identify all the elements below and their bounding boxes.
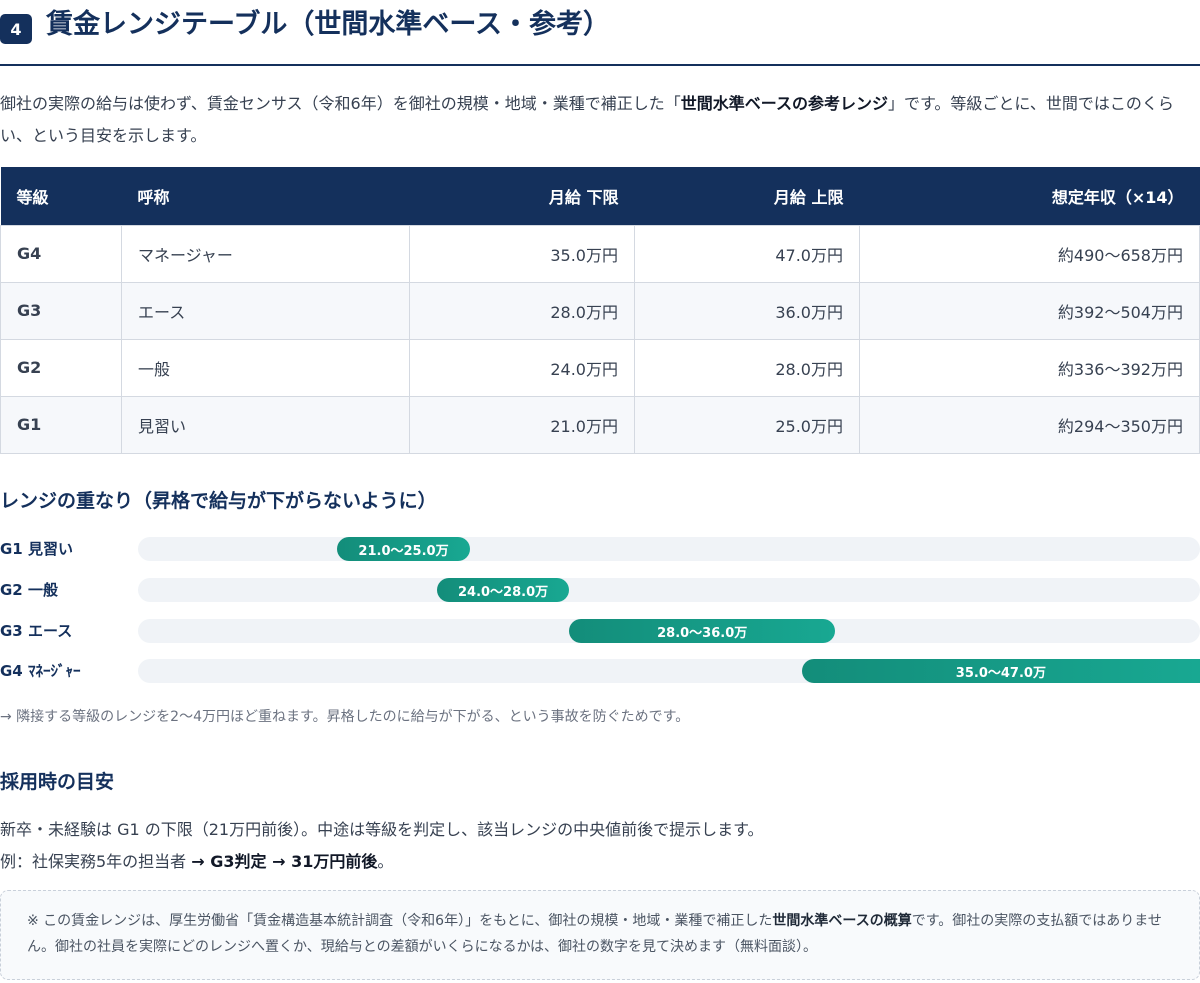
overlap-note: → 隣接する等級のレンジを2〜4万円ほど重ねます。昇格したのに給与が下がる、とい…	[0, 709, 690, 725]
cell-title: マネージャー	[121, 224, 410, 283]
hiring-example-prefix: 例：社保実務5年の担当者	[0, 852, 192, 871]
cell-grade: G4	[0, 224, 122, 283]
cell-title: 見習い	[121, 395, 410, 454]
header-monthly-high: 月給 上限	[634, 167, 860, 225]
cell-monthly-low: 35.0万円	[409, 224, 635, 283]
wage-range-table: 等級 呼称 月給 下限 月給 上限 想定年収（×14） G4 マネージャー 35…	[0, 167, 1200, 454]
range-bar-fill: 28.0〜36.0万	[569, 619, 835, 643]
cell-monthly-high: 47.0万円	[634, 224, 860, 283]
cell-annual-income: 約392〜504万円	[859, 281, 1200, 340]
table-row: G1 見習い 21.0万円 25.0万円 約294〜350万円	[0, 395, 1200, 454]
cell-monthly-low: 24.0万円	[409, 338, 635, 397]
header-title: 呼称	[121, 167, 410, 225]
hiring-line-1: 新卒・未経験は G1 の下限（21万円前後）。中途は等級を判定し、該当レンジの中…	[0, 820, 764, 839]
overlap-section-title: レンジの重なり（昇格で給与が下がらないように）	[0, 490, 437, 512]
cell-title: 一般	[121, 338, 410, 397]
intro-paragraph: 御社の実際の給与は使わず、賃金センサス（令和6年）を御社の規模・地域・業種で補正…	[0, 88, 1200, 152]
range-bar-label: G3 エース	[0, 622, 73, 640]
range-bar-track: 35.0〜47.0万	[138, 659, 1200, 683]
table-header-row: 等級 呼称 月給 下限 月給 上限 想定年収（×14）	[0, 167, 1200, 225]
cell-monthly-high: 36.0万円	[634, 281, 860, 340]
range-bar-fill: 24.0〜28.0万	[436, 578, 570, 602]
cell-grade: G2	[0, 338, 122, 397]
header-grade: 等級	[0, 167, 122, 225]
range-bar-label: G4 ﾏﾈｰｼﾞｬｰ	[0, 662, 81, 680]
table-row: G4 マネージャー 35.0万円 47.0万円 約490〜658万円	[0, 224, 1200, 283]
range-bar-row: G4 ﾏﾈｰｼﾞｬｰ 35.0〜47.0万	[0, 659, 1200, 683]
cell-monthly-low: 28.0万円	[409, 281, 635, 340]
range-bar-track: 21.0〜25.0万	[138, 537, 1200, 561]
disclaimer-text-1: ※ この賃金レンジは、厚生労働省「賃金構造基本統計調査（令和6年）」をもとに、御…	[27, 913, 773, 929]
cell-grade: G1	[0, 395, 122, 454]
page-title: 賃金レンジテーブル（世間水準ベース・参考）	[46, 9, 611, 40]
table-row: G3 エース 28.0万円 36.0万円 約392〜504万円	[0, 281, 1200, 340]
intro-emphasis: 世間水準ベースの参考レンジ	[680, 94, 888, 113]
range-bar-label: G2 一般	[0, 581, 58, 599]
range-bar-fill: 21.0〜25.0万	[337, 537, 470, 561]
cell-annual-income: 約336〜392万円	[859, 338, 1200, 397]
intro-text-1: 御社の実際の給与は使わず、賃金センサス（令和6年）を御社の規模・地域・業種で補正…	[0, 94, 681, 113]
hiring-section-title: 採用時の目安	[0, 771, 115, 793]
cell-annual-income: 約294〜350万円	[859, 395, 1200, 454]
cell-monthly-high: 25.0万円	[634, 395, 860, 454]
range-bar-fill: 35.0〜47.0万	[801, 659, 1200, 683]
hiring-example-suffix: 。	[377, 852, 394, 871]
disclaimer-emphasis: 世間水準ベースの概算	[772, 913, 912, 929]
disclaimer-box: ※ この賃金レンジは、厚生労働省「賃金構造基本統計調査（令和6年）」をもとに、御…	[0, 890, 1200, 980]
hiring-example-emphasis: → G3判定 → 31万円前後	[191, 852, 378, 871]
hiring-line-2: 例：社保実務5年の担当者 → G3判定 → 31万円前後。	[0, 846, 764, 878]
range-bar-track: 28.0〜36.0万	[138, 619, 1200, 643]
section-header: 4 賃金レンジテーブル（世間水準ベース・参考）	[0, 0, 1200, 66]
range-bar-row: G1 見習い 21.0〜25.0万	[0, 537, 1200, 561]
header-monthly-low: 月給 下限	[409, 167, 635, 225]
hiring-guideline: 新卒・未経験は G1 の下限（21万円前後）。中途は等級を判定し、該当レンジの中…	[0, 814, 764, 878]
cell-annual-income: 約490〜658万円	[859, 224, 1200, 283]
cell-title: エース	[121, 281, 410, 340]
range-bar-row: G2 一般 24.0〜28.0万	[0, 578, 1200, 602]
range-bar-row: G3 エース 28.0〜36.0万	[0, 619, 1200, 643]
table-row: G2 一般 24.0万円 28.0万円 約336〜392万円	[0, 338, 1200, 397]
cell-monthly-high: 28.0万円	[634, 338, 860, 397]
range-bar-track: 24.0〜28.0万	[138, 578, 1200, 602]
cell-monthly-low: 21.0万円	[409, 395, 635, 454]
header-annual-income: 想定年収（×14）	[859, 167, 1200, 225]
section-number-badge: 4	[0, 14, 32, 44]
cell-grade: G3	[0, 281, 122, 340]
range-bar-label: G1 見習い	[0, 540, 73, 558]
